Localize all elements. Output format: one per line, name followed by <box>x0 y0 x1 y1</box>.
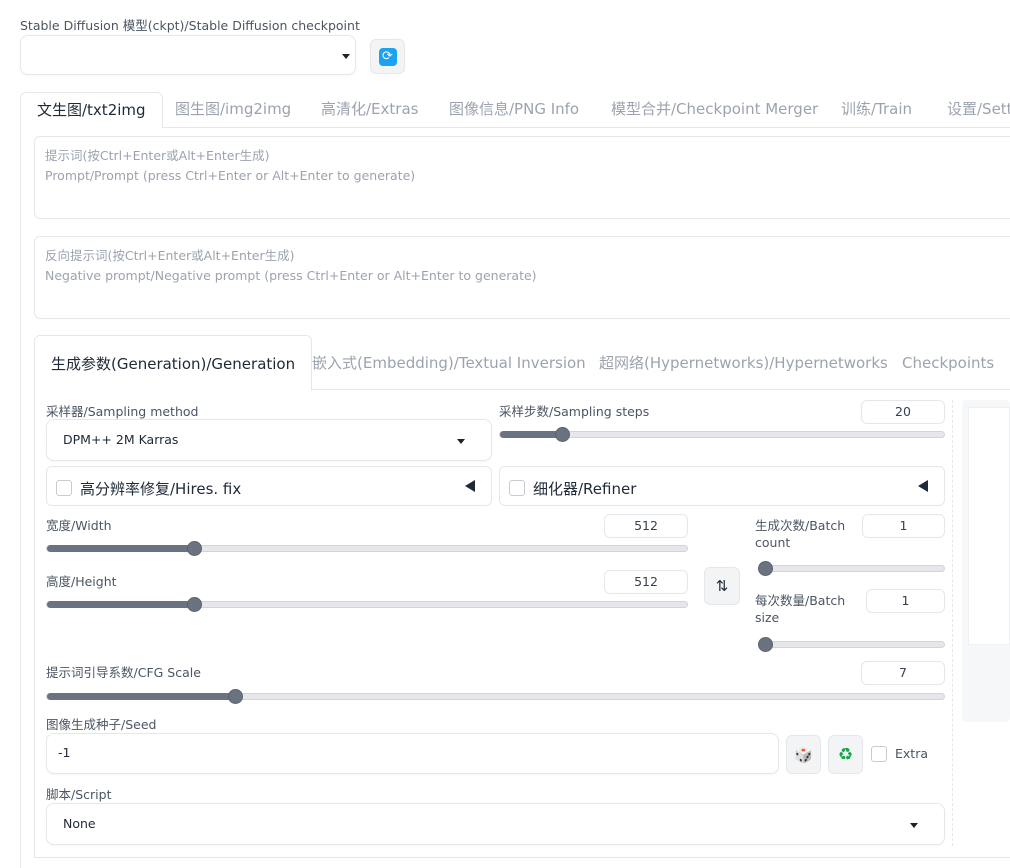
collapse-arrow-icon[interactable] <box>918 480 928 492</box>
tab-extras[interactable]: 高清化/Extras <box>321 92 418 128</box>
batch-size-slider-thumb[interactable] <box>758 637 773 652</box>
batch-count-number-input[interactable]: 1 <box>862 514 945 538</box>
chevron-down-icon <box>457 439 465 444</box>
tab-checkpoint-merger[interactable]: 模型合并/Checkpoint Merger <box>611 92 818 128</box>
tab-hypernetworks[interactable]: 超网络(Hypernetworks)/Hypernetworks <box>599 335 888 390</box>
cfg-slider-fill <box>47 693 236 700</box>
extra-networks-tabs: 生成参数(Generation)/Generation 嵌入式(Embeddin… <box>34 335 1010 391</box>
tab-generation[interactable]: 生成参数(Generation)/Generation <box>34 335 313 391</box>
script-value: None <box>63 816 96 831</box>
refresh-icon: ⟳ <box>378 47 397 66</box>
cfg-number-input[interactable]: 7 <box>861 661 945 685</box>
output-gallery[interactable] <box>968 407 1010 645</box>
sampler-value: DPM++ 2M Karras <box>63 432 179 447</box>
sampler-dropdown[interactable]: DPM++ 2M Karras <box>46 419 492 461</box>
seed-value: -1 <box>58 745 71 760</box>
recycle-icon: ♻ <box>837 744 854 765</box>
batch-size-slider[interactable] <box>758 637 945 652</box>
steps-slider-fill <box>500 431 563 438</box>
refiner-label: 细化器/Refiner <box>533 480 637 498</box>
chevron-down-icon <box>342 54 350 59</box>
tab-checkpoints[interactable]: Checkpoints <box>902 335 994 390</box>
checkpoint-dropdown[interactable] <box>20 35 356 75</box>
batch-size-label-2: size <box>755 610 780 625</box>
batch-size-number-input[interactable]: 1 <box>866 589 945 613</box>
cfg-label: 提示词引导系数/CFG Scale <box>46 665 201 680</box>
width-label: 宽度/Width <box>46 518 112 533</box>
script-label: 脚本/Script <box>46 787 112 802</box>
script-dropdown[interactable]: None <box>46 803 945 845</box>
refiner-accordion[interactable]: 细化器/Refiner <box>499 466 945 506</box>
refresh-checkpoint-button[interactable]: ⟳ <box>370 39 405 74</box>
height-number-input[interactable]: 512 <box>604 570 688 594</box>
column-divider <box>952 400 953 846</box>
swap-dimensions-button[interactable]: ⇅ <box>704 567 740 605</box>
chevron-down-icon <box>910 823 918 828</box>
prompt-textarea[interactable]: 提示词(按Ctrl+Enter或Alt+Enter生成) Prompt/Prom… <box>34 136 1010 219</box>
extra-seed-label: Extra <box>895 746 928 761</box>
collapse-arrow-icon[interactable] <box>465 480 475 492</box>
sampler-label: 采样器/Sampling method <box>46 404 199 419</box>
prompt-placeholder-1: 提示词(按Ctrl+Enter或Alt+Enter生成) <box>45 148 270 163</box>
reuse-seed-button[interactable]: ♻ <box>828 735 863 774</box>
tab-textual-inversion[interactable]: 嵌入式(Embedding)/Textual Inversion <box>312 335 586 390</box>
refiner-checkbox[interactable] <box>509 480 525 496</box>
dice-icon: 🎲 <box>794 745 813 764</box>
prompt-placeholder-2: Prompt/Prompt (press Ctrl+Enter or Alt+E… <box>45 168 416 183</box>
tab-png-info[interactable]: 图像信息/PNG Info <box>449 92 579 128</box>
negative-prompt-placeholder-1: 反向提示词(按Ctrl+Enter或Alt+Enter生成) <box>45 248 295 263</box>
height-slider-fill <box>47 601 195 608</box>
width-slider-fill <box>47 545 195 552</box>
steps-number-input[interactable]: 20 <box>861 400 945 424</box>
width-number-input[interactable]: 512 <box>604 514 688 538</box>
tab-img2img[interactable]: 图生图/img2img <box>175 92 291 128</box>
cfg-slider[interactable] <box>46 689 945 704</box>
seed-input[interactable]: -1 <box>46 733 779 774</box>
batch-count-label-1: 生成次数/Batch <box>755 518 846 533</box>
negative-prompt-textarea[interactable]: 反向提示词(按Ctrl+Enter或Alt+Enter生成) Negative … <box>34 236 1010 319</box>
height-label: 高度/Height <box>46 574 117 589</box>
main-tabs: 文生图/txt2img 图生图/img2img 高清化/Extras 图像信息/… <box>20 92 1010 129</box>
height-slider[interactable] <box>46 597 688 612</box>
negative-prompt-placeholder-2: Negative prompt/Negative prompt (press C… <box>45 268 537 283</box>
batch-count-slider[interactable] <box>758 561 945 576</box>
steps-label: 采样步数/Sampling steps <box>499 404 650 419</box>
tab-settings[interactable]: 设置/Sett <box>947 92 1010 128</box>
hires-fix-checkbox[interactable] <box>56 480 72 496</box>
batch-size-label-1: 每次数量/Batch <box>755 593 846 608</box>
seed-label: 图像生成种子/Seed <box>46 717 157 732</box>
width-slider[interactable] <box>46 541 688 556</box>
checkpoint-label: Stable Diffusion 模型(ckpt)/Stable Diffusi… <box>20 18 360 33</box>
swap-dimensions-icon: ⇅ <box>715 577 729 595</box>
extra-seed-checkbox[interactable] <box>871 746 887 762</box>
tab-train[interactable]: 训练/Train <box>841 92 912 128</box>
tab-txt2img[interactable]: 文生图/txt2img <box>20 92 163 129</box>
batch-count-slider-thumb[interactable] <box>758 561 773 576</box>
hires-fix-label: 高分辨率修复/Hires. fix <box>80 480 242 498</box>
steps-slider[interactable] <box>499 427 945 442</box>
random-seed-button[interactable]: 🎲 <box>786 735 821 774</box>
batch-count-label-2: count <box>755 535 791 550</box>
hires-fix-accordion[interactable]: 高分辨率修复/Hires. fix <box>46 466 492 506</box>
